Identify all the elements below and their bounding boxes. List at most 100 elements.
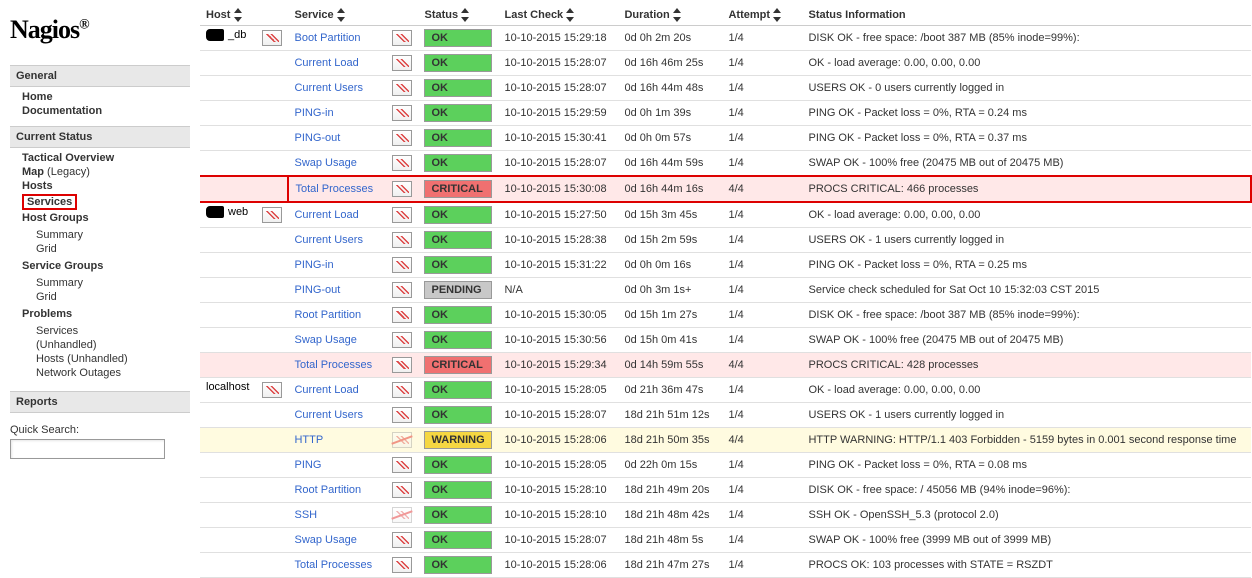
service-link[interactable]: SSH: [294, 509, 317, 521]
graph-icon[interactable]: [392, 457, 412, 473]
host-name[interactable]: localhost: [206, 381, 249, 393]
service-link[interactable]: PING-out: [294, 284, 340, 296]
th-service[interactable]: Service: [288, 5, 386, 26]
service-row: Swap UsageOK10-10-2015 15:30:560d 15h 0m…: [200, 328, 1251, 353]
status-badge: OK: [424, 79, 492, 97]
graph-icon[interactable]: [392, 30, 412, 46]
host-icon: [206, 206, 224, 218]
service-link[interactable]: HTTP: [294, 434, 323, 446]
sort-icon[interactable]: [461, 8, 469, 22]
graph-icon[interactable]: [392, 257, 412, 273]
status-badge: OK: [424, 456, 492, 474]
service-link[interactable]: Current Users: [294, 234, 362, 246]
graph-icon[interactable]: [392, 307, 412, 323]
duration: 18d 21h 51m 12s: [618, 403, 722, 428]
nav-link[interactable]: Documentation: [22, 105, 102, 117]
nav-sublink[interactable]: Services: [36, 325, 78, 337]
attempt: 1/4: [722, 101, 802, 126]
graph-icon[interactable]: [392, 482, 412, 498]
graph-disabled-icon[interactable]: [392, 432, 412, 448]
nav-sublink[interactable]: Grid: [36, 291, 57, 303]
host-name[interactable]: web: [228, 206, 248, 218]
nav-link[interactable]: Home: [22, 91, 53, 103]
service-link[interactable]: Boot Partition: [294, 32, 360, 44]
graph-icon[interactable]: [392, 80, 412, 96]
graph-icon[interactable]: [392, 332, 412, 348]
graph-icon[interactable]: [392, 105, 412, 121]
graph-icon[interactable]: [262, 207, 282, 223]
attempt: 1/4: [722, 76, 802, 101]
th-duration[interactable]: Duration: [618, 5, 722, 26]
nav-link[interactable]: Tactical Overview: [22, 152, 114, 164]
th-status[interactable]: Status: [418, 5, 498, 26]
service-link[interactable]: PING-in: [294, 107, 333, 119]
service-link[interactable]: PING-in: [294, 259, 333, 271]
nav-link[interactable]: Hosts: [22, 180, 53, 192]
graph-icon[interactable]: [392, 155, 412, 171]
graph-icon[interactable]: [392, 207, 412, 223]
status-info: DISK OK - free space: /boot 387 MB (85% …: [802, 303, 1251, 328]
service-link[interactable]: Root Partition: [294, 484, 361, 496]
th-lastcheck[interactable]: Last Check: [498, 5, 618, 26]
service-link[interactable]: Total Processes: [295, 183, 373, 195]
graph-disabled-icon[interactable]: [392, 507, 412, 523]
graph-icon[interactable]: [392, 357, 412, 373]
service-link[interactable]: PING-out: [294, 132, 340, 144]
graph-icon[interactable]: [392, 55, 412, 71]
status-info: PING OK - Packet loss = 0%, RTA = 0.25 m…: [802, 253, 1251, 278]
service-link[interactable]: Root Partition: [294, 309, 361, 321]
status-info: SWAP OK - 100% free (3999 MB out of 3999…: [802, 528, 1251, 553]
nav-sublink[interactable]: Network Outages: [36, 367, 121, 379]
graph-icon[interactable]: [392, 532, 412, 548]
graph-icon[interactable]: [392, 130, 412, 146]
nav-link[interactable]: Service Groups: [22, 260, 103, 272]
service-link[interactable]: Swap Usage: [294, 334, 356, 346]
graph-icon[interactable]: [392, 407, 412, 423]
graph-icon[interactable]: [262, 382, 282, 398]
graph-icon[interactable]: [392, 181, 412, 197]
sort-icon[interactable]: [337, 8, 345, 22]
status-info: PING OK - Packet loss = 0%, RTA = 0.37 m…: [802, 126, 1251, 151]
nav-link[interactable]: Map: [22, 166, 44, 178]
service-link[interactable]: Total Processes: [294, 559, 372, 571]
service-link[interactable]: Current Users: [294, 82, 362, 94]
service-link[interactable]: Current Users: [294, 409, 362, 421]
service-row: Root PartitionOK10-10-2015 15:30:050d 15…: [200, 303, 1251, 328]
graph-icon[interactable]: [392, 232, 412, 248]
th-attempt[interactable]: Attempt: [722, 5, 802, 26]
sort-icon[interactable]: [234, 8, 242, 22]
status-badge: OK: [424, 381, 492, 399]
search-input[interactable]: [10, 439, 165, 459]
sort-icon[interactable]: [566, 8, 574, 22]
nav-sublink[interactable]: (Unhandled): [36, 339, 97, 351]
nav-sublink[interactable]: Summary: [36, 229, 83, 241]
th-statusinfo[interactable]: Status Information: [802, 5, 1251, 26]
nav-link[interactable]: Problems: [22, 308, 72, 320]
service-link[interactable]: Swap Usage: [294, 157, 356, 169]
graph-icon[interactable]: [392, 282, 412, 298]
graph-icon[interactable]: [392, 557, 412, 573]
sort-icon[interactable]: [773, 8, 781, 22]
service-link[interactable]: PING: [294, 459, 321, 471]
service-row: Total ProcessesCRITICAL10-10-2015 15:30:…: [200, 176, 1251, 202]
service-row: HTTPWARNING10-10-2015 15:28:0618d 21h 50…: [200, 428, 1251, 453]
nav-sublink[interactable]: Summary: [36, 277, 83, 289]
nav-link[interactable]: Services: [27, 196, 72, 208]
service-link[interactable]: Current Load: [294, 384, 358, 396]
service-link[interactable]: Total Processes: [294, 359, 372, 371]
graph-icon[interactable]: [392, 382, 412, 398]
nav-sublink[interactable]: Hosts (Unhandled): [36, 353, 128, 365]
status-badge: CRITICAL: [424, 180, 492, 198]
nav-link[interactable]: Host Groups: [22, 212, 89, 224]
service-link[interactable]: Current Load: [294, 209, 358, 221]
status-info: USERS OK - 1 users currently logged in: [802, 403, 1251, 428]
nav-sublink[interactable]: Grid: [36, 243, 57, 255]
service-row: Swap UsageOK10-10-2015 15:28:070d 16h 44…: [200, 151, 1251, 177]
th-host[interactable]: Host: [200, 5, 256, 26]
graph-icon[interactable]: [262, 30, 282, 46]
host-name[interactable]: _db: [228, 29, 246, 41]
service-link[interactable]: Swap Usage: [294, 534, 356, 546]
service-link[interactable]: Current Load: [294, 57, 358, 69]
sort-icon[interactable]: [673, 8, 681, 22]
status-badge: OK: [424, 481, 492, 499]
